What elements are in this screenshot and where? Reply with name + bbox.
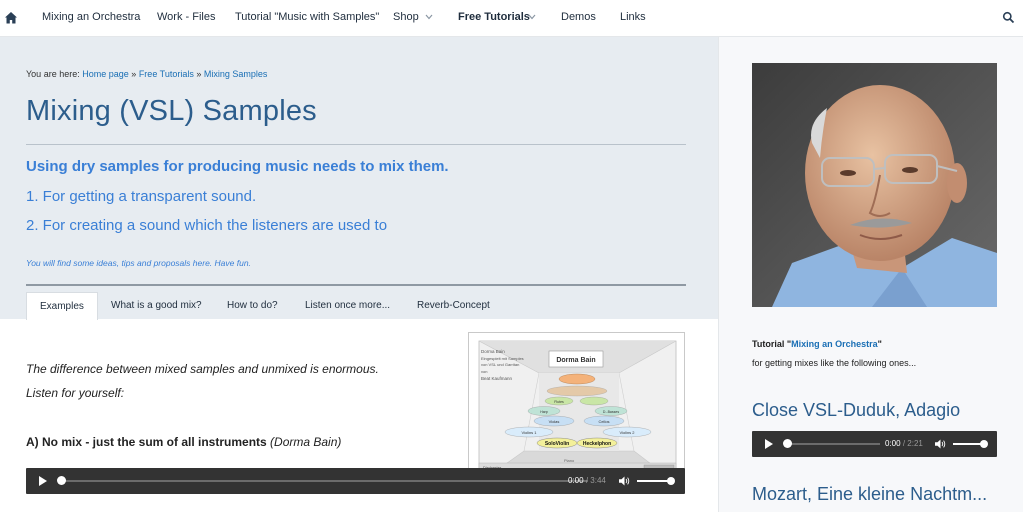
audio-player-a[interactable]: 0:00 / 3:44 — [26, 468, 685, 494]
nav-item-mixing-orchestra[interactable]: Mixing an Orchestra — [42, 11, 140, 23]
svg-text:Heckelphon: Heckelphon — [583, 441, 611, 447]
content-line-2: Listen for yourself: — [26, 386, 125, 400]
sidebar-tutorial-subtext: for getting mixes like the following one… — [752, 358, 917, 368]
svg-text:SoloViolin: SoloViolin — [545, 441, 569, 447]
sidebar: Tutorial "Mixing an Orchestra" for getti… — [718, 37, 1023, 512]
content-line-1: The difference between mixed samples and… — [26, 362, 379, 376]
audio-progress-track[interactable] — [784, 443, 880, 445]
point-1-text: 1. For getting a transparent sound. — [26, 188, 257, 205]
svg-text:Beat Kaufmann: Beat Kaufmann — [481, 376, 513, 381]
nav-item-tutorial-music-samples[interactable]: Tutorial "Music with Samples" — [235, 11, 379, 23]
track-1-title: Close VSL-Duduk, Adagio — [752, 400, 961, 420]
breadcrumb-prefix: You are here: — [26, 69, 80, 79]
audio-time: 0:00 / 2:21 — [885, 439, 923, 448]
nav-item-demos[interactable]: Demos — [561, 11, 596, 23]
breadcrumb-separator: » — [196, 69, 202, 79]
point-2-text: 2. For creating a sound which the listen… — [26, 217, 388, 234]
chevron-down-icon[interactable] — [425, 14, 433, 20]
lead-text: Using dry samples for producing music ne… — [26, 158, 449, 175]
nav-item-links[interactable]: Links — [620, 11, 646, 23]
breadcrumb-home-link[interactable]: Home page — [82, 69, 129, 79]
volume-icon[interactable] — [619, 476, 630, 486]
breadcrumb-separator: » — [131, 69, 137, 79]
svg-text:von VSL und Garritan: von VSL und Garritan — [481, 362, 519, 367]
page-header: You are here: Home page » Free Tutorials… — [0, 37, 718, 320]
audio-progress-handle[interactable] — [783, 439, 792, 448]
section-a-label: A) No mix - just the sum of all instrume… — [26, 435, 267, 449]
svg-text:Violas: Violas — [549, 419, 560, 424]
tutorial-suffix: " — [877, 339, 882, 349]
tutorial-prefix: Tutorial " — [752, 339, 792, 349]
svg-text:D.-Basses: D.-Basses — [603, 410, 619, 414]
tab-examples[interactable]: Examples — [26, 292, 98, 320]
intro-note: You will find some ideas, tips and propo… — [26, 258, 251, 268]
svg-text:von: von — [481, 369, 487, 374]
header-divider — [26, 284, 686, 286]
mixing-orchestra-link[interactable]: Mixing an Orchestra — [791, 339, 878, 349]
volume-handle[interactable] — [667, 477, 675, 485]
audio-player-duduk[interactable]: 0:00 / 2:21 — [752, 431, 997, 457]
audio-progress-track[interactable] — [58, 480, 588, 482]
top-navigation: Mixing an Orchestra Work - Files Tutoria… — [0, 0, 1023, 37]
author-portrait — [752, 63, 997, 307]
nav-item-work-files[interactable]: Work - Files — [157, 11, 215, 23]
play-icon[interactable] — [39, 476, 47, 486]
svg-text:Piano: Piano — [564, 458, 575, 463]
search-icon[interactable] — [1002, 11, 1015, 24]
svg-text:Harp: Harp — [540, 410, 548, 414]
chevron-down-icon[interactable] — [528, 14, 536, 20]
breadcrumb-current[interactable]: Mixing Samples — [204, 69, 268, 79]
section-a-piece: (Dorma Bain) — [270, 435, 342, 449]
tab-reverb-concept[interactable]: Reverb-Concept — [417, 292, 490, 320]
tab-what-is-good-mix[interactable]: What is a good mix? — [111, 292, 202, 320]
tab-how-to-do[interactable]: How to do? — [227, 292, 278, 320]
nav-item-shop[interactable]: Shop — [393, 11, 419, 23]
track-2-title: Mozart, Eine kleine Nachtm... — [752, 484, 988, 504]
svg-text:Cellos: Cellos — [598, 419, 609, 424]
svg-text:Flutes: Flutes — [554, 400, 564, 404]
nav-item-free-tutorials[interactable]: Free Tutorials — [458, 11, 530, 23]
audio-progress-handle[interactable] — [57, 476, 66, 485]
main-content: You are here: Home page » Free Tutorials… — [0, 37, 718, 512]
tab-listen-once-more[interactable]: Listen once more... — [305, 292, 390, 320]
svg-text:Violins 2: Violins 2 — [619, 430, 635, 435]
page-title: Mixing (VSL) Samples — [26, 95, 317, 127]
sidebar-tutorial-line: Tutorial "Mixing an Orchestra" — [752, 339, 882, 349]
breadcrumb-free-tutorials-link[interactable]: Free Tutorials — [139, 69, 194, 79]
svg-text:Dorma Bain: Dorma Bain — [481, 349, 505, 354]
home-icon[interactable] — [4, 11, 18, 25]
svg-text:Violins 1: Violins 1 — [521, 430, 537, 435]
section-a-heading: A) No mix - just the sum of all instrume… — [26, 435, 341, 449]
title-divider — [26, 144, 686, 145]
volume-icon[interactable] — [935, 439, 946, 449]
audio-time: 0:00 / 3:44 — [568, 476, 606, 485]
svg-text:Eingespielt mit Samples: Eingespielt mit Samples — [481, 356, 524, 361]
volume-handle[interactable] — [980, 440, 988, 448]
play-icon[interactable] — [765, 439, 773, 449]
diagram-title: Dorma Bain — [556, 357, 595, 364]
breadcrumb: You are here: Home page » Free Tutorials… — [26, 69, 267, 79]
